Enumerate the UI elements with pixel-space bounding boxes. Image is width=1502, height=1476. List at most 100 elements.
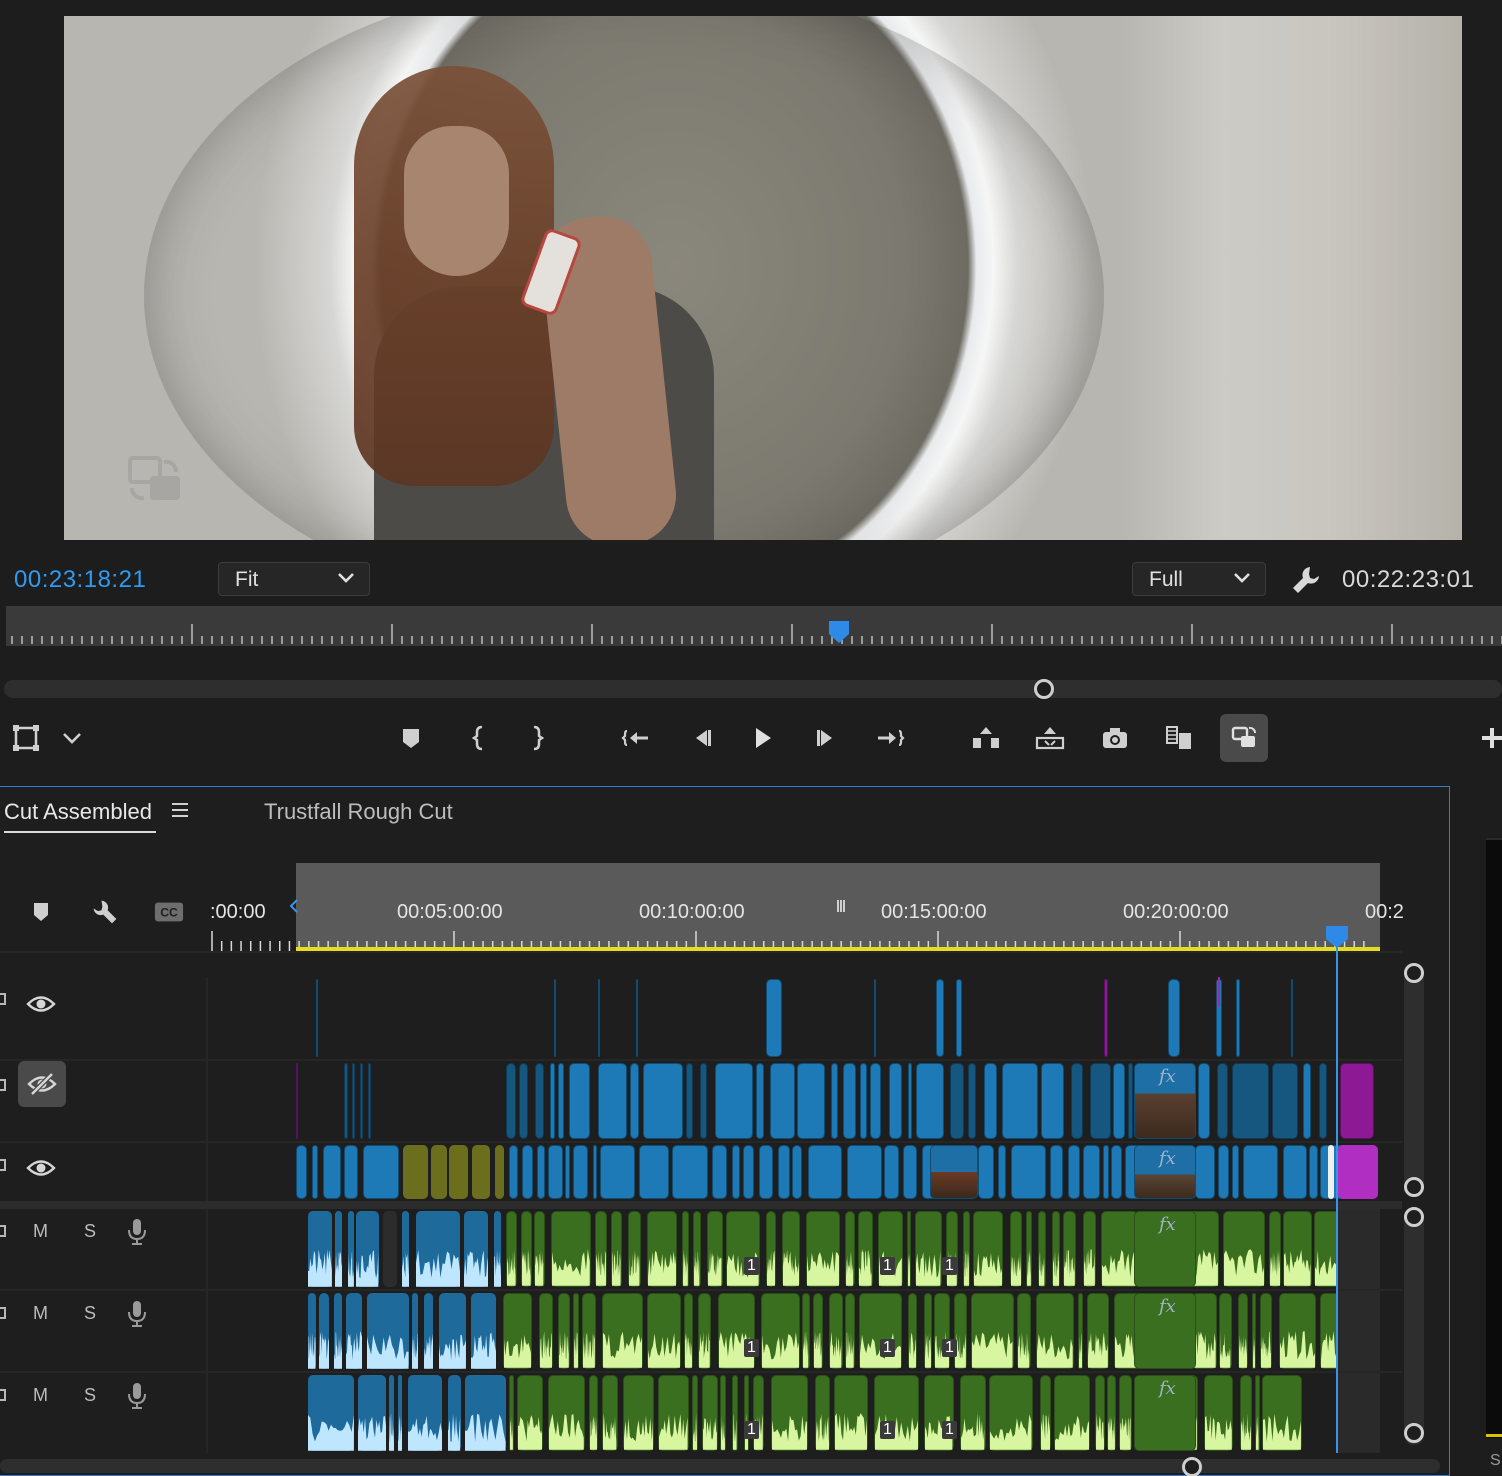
audio-clip[interactable]	[1219, 1293, 1232, 1369]
audio-clip[interactable]	[717, 1293, 756, 1369]
video-clip[interactable]	[998, 1145, 1006, 1199]
video-clip[interactable]	[1083, 1145, 1101, 1199]
video-clip[interactable]	[1090, 1063, 1111, 1139]
lift-button[interactable]	[964, 716, 1008, 760]
video-clip[interactable]	[449, 1145, 468, 1199]
video-clip[interactable]	[558, 1063, 564, 1139]
audio-clip[interactable]	[465, 1375, 507, 1451]
video-clip[interactable]	[797, 1063, 826, 1139]
video-tracks-scrollbar[interactable]	[1404, 963, 1424, 1197]
track-lock-icon[interactable]	[0, 1159, 6, 1171]
audio-clip[interactable]	[1095, 1375, 1106, 1451]
audio-clip[interactable]	[813, 1293, 823, 1369]
audio-clip[interactable]	[908, 1293, 918, 1369]
audio-clip[interactable]	[845, 1211, 855, 1287]
video-clip[interactable]	[715, 1063, 753, 1139]
toggle-visibility-button[interactable]	[18, 1061, 66, 1107]
mute-button[interactable]: M	[33, 1303, 48, 1324]
audio-clip[interactable]	[601, 1293, 644, 1369]
video-clip[interactable]	[506, 1063, 516, 1139]
audio-clip[interactable]	[1054, 1375, 1091, 1451]
audio-clip[interactable]	[805, 1211, 840, 1287]
video-clip[interactable]	[777, 1145, 790, 1199]
button-editor-add[interactable]	[1470, 716, 1502, 760]
audio-clip[interactable]	[521, 1211, 532, 1287]
audio-clip[interactable]	[657, 1375, 689, 1451]
audio-clip[interactable]	[318, 1293, 330, 1369]
video-clip[interactable]	[403, 1145, 428, 1199]
add-marker-button[interactable]	[389, 716, 433, 760]
captions-button[interactable]: CC	[154, 897, 184, 927]
work-area-grip-icon[interactable]	[836, 899, 846, 913]
monitor-time-ruler[interactable]	[6, 606, 1502, 646]
audio-clip[interactable]	[508, 1375, 514, 1451]
video-clip[interactable]	[936, 979, 944, 1057]
audio-clip[interactable]	[726, 1211, 760, 1287]
track-lock-icon[interactable]	[0, 993, 6, 1005]
video-clip[interactable]	[869, 1063, 882, 1139]
video-clip[interactable]	[930, 1145, 978, 1199]
audio-clip[interactable]	[622, 1375, 654, 1451]
audio-clip[interactable]	[753, 1375, 764, 1451]
video-clip[interactable]: fx	[1134, 1145, 1196, 1199]
audio-clip[interactable]	[471, 1293, 497, 1369]
audio-clip[interactable]	[1087, 1293, 1110, 1369]
video-clip[interactable]: fx	[1134, 1063, 1196, 1139]
microphone-icon[interactable]	[126, 1381, 148, 1411]
audio-clip[interactable]	[448, 1375, 461, 1451]
video-clip[interactable]	[1050, 1145, 1063, 1199]
safe-margins-button[interactable]	[4, 716, 48, 760]
audio-clip[interactable]	[1107, 1375, 1117, 1451]
audio-clip[interactable]	[438, 1293, 466, 1369]
video-clip[interactable]	[368, 1063, 371, 1139]
video-clip[interactable]	[323, 1145, 341, 1199]
video-clip[interactable]	[1195, 1145, 1215, 1199]
video-clip[interactable]	[598, 979, 600, 1057]
audio-clip[interactable]	[547, 1375, 585, 1451]
audio-clip[interactable]	[683, 1293, 694, 1369]
go-to-out-button[interactable]	[868, 716, 912, 760]
video-clip[interactable]	[344, 1063, 348, 1139]
go-to-in-button[interactable]	[614, 716, 658, 760]
solo-button[interactable]: S	[84, 1385, 96, 1406]
audio-clip[interactable]	[873, 1375, 920, 1451]
video-clip[interactable]	[592, 1145, 597, 1199]
video-clip[interactable]	[884, 1145, 900, 1199]
audio-clip[interactable]	[463, 1211, 489, 1287]
video-clip[interactable]	[522, 1145, 534, 1199]
video-clip[interactable]	[950, 1063, 964, 1139]
audio-clip[interactable]	[765, 1211, 776, 1287]
video-clip[interactable]	[956, 979, 962, 1057]
video-clip[interactable]	[672, 1145, 709, 1199]
video-clip[interactable]	[967, 1063, 977, 1139]
audio-clip[interactable]	[707, 1211, 723, 1287]
track-lock-icon[interactable]	[0, 1307, 6, 1319]
video-clip[interactable]	[1243, 1145, 1279, 1199]
audio-clip[interactable]	[720, 1375, 727, 1451]
audio-clip[interactable]: fx	[1134, 1375, 1196, 1451]
video-clip[interactable]	[1217, 1063, 1228, 1139]
track-lock-icon[interactable]	[0, 1079, 6, 1091]
audio-clip[interactable]	[743, 1375, 750, 1451]
video-clip[interactable]	[686, 1063, 694, 1139]
audio-clip[interactable]	[962, 1211, 970, 1287]
audio-clip[interactable]	[906, 1211, 911, 1287]
snap-toggle-stub[interactable]	[0, 897, 2, 927]
audio-clip[interactable]	[1278, 1293, 1317, 1369]
monitor-options-dropdown[interactable]	[50, 716, 94, 760]
audio-clip[interactable]	[802, 1293, 810, 1369]
video-clip[interactable]	[1328, 1145, 1334, 1199]
video-clip[interactable]	[743, 1145, 754, 1199]
track-v3-clips[interactable]	[296, 977, 1380, 1059]
video-clip[interactable]	[1070, 1063, 1084, 1139]
comparison-view-button[interactable]	[1157, 716, 1201, 760]
video-clip[interactable]	[1291, 979, 1293, 1057]
audio-clip[interactable]	[989, 1375, 1033, 1451]
solo-button[interactable]: S	[84, 1221, 96, 1242]
audio-clip[interactable]	[960, 1375, 986, 1451]
video-clip[interactable]	[547, 1145, 564, 1199]
audio-clip[interactable]	[356, 1211, 379, 1287]
audio-clip[interactable]	[308, 1211, 332, 1287]
monitor-playhead[interactable]	[828, 620, 850, 644]
audio-clip[interactable]	[691, 1375, 699, 1451]
